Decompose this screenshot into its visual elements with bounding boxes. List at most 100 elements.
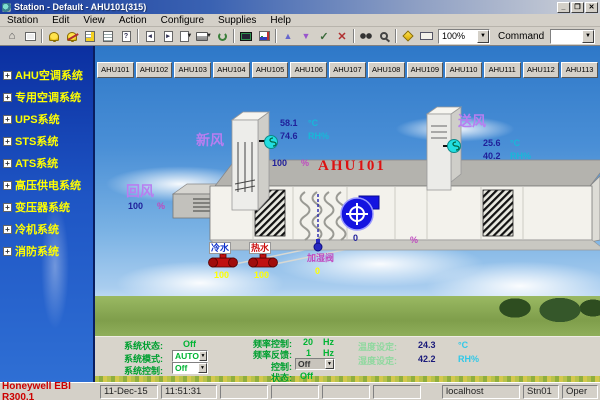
expand-icon[interactable]: + (3, 203, 12, 212)
menu-action[interactable]: Action (112, 15, 154, 26)
sidebar-item-label: 冷机系统 (15, 221, 59, 237)
event-list-button[interactable] (99, 28, 117, 44)
menu-view[interactable]: View (76, 15, 112, 26)
sidebar-item-ats[interactable]: +ATS系统 (0, 152, 93, 174)
sidebar-item-sts[interactable]: +STS系统 (0, 130, 93, 152)
system-mode-select[interactable]: AUTO ▼ (172, 350, 208, 362)
alarm-bell-icon (49, 32, 59, 41)
humidity-setpoint-value[interactable]: 42.2 (418, 354, 436, 364)
system-mode-value: AUTO (175, 351, 199, 361)
zoom-button[interactable] (375, 28, 393, 44)
menu-supplies[interactable]: Supplies (211, 15, 263, 26)
expand-icon[interactable]: + (3, 71, 12, 80)
system-status-label: 系统状态: (124, 339, 163, 352)
close-button[interactable]: ✕ (585, 2, 598, 13)
sidebar-item-chiller[interactable]: +冷机系统 (0, 218, 93, 240)
find-button[interactable] (357, 28, 375, 44)
expand-icon[interactable]: + (3, 159, 12, 168)
alarm-button[interactable] (45, 28, 63, 44)
page-forward-button[interactable]: ▸ (159, 28, 177, 44)
fresh-air-temp-unit: °C (308, 118, 318, 128)
main-area: +AHU空调系统 +专用空调系统 +UPS系统 +STS系统 +ATS系统 +高… (0, 46, 600, 382)
raise-button[interactable]: ▲ (279, 28, 297, 44)
sidebar-item-ups[interactable]: +UPS系统 (0, 108, 93, 130)
menu-configure[interactable]: Configure (154, 15, 211, 26)
chevron-down-icon[interactable]: ▼ (477, 30, 489, 43)
message-button[interactable]: ? (117, 28, 135, 44)
refresh-button[interactable] (213, 28, 231, 44)
expand-icon[interactable]: + (3, 115, 12, 124)
expand-icon[interactable]: + (3, 181, 12, 190)
toolbar-separator (353, 29, 355, 43)
display-button[interactable] (21, 28, 39, 44)
restore-button[interactable]: ❐ (571, 2, 584, 13)
fan-unit: % (410, 235, 418, 245)
cancel-icon: ✕ (337, 30, 346, 43)
hot-water-label: 热水 (249, 242, 271, 254)
pan-button[interactable] (399, 28, 417, 44)
sidebar-item-fire[interactable]: +消防系统 (0, 240, 93, 262)
expand-icon[interactable]: + (3, 137, 12, 146)
chevron-down-icon[interactable]: ▼ (582, 30, 594, 43)
sidebar-item-label: 消防系统 (15, 243, 59, 259)
toolbar-separator (41, 29, 43, 43)
hot-water-value: 100 (254, 270, 269, 280)
station-app-icon (2, 3, 11, 12)
status-cell (220, 385, 268, 399)
station-button[interactable]: ⌂ (3, 28, 21, 44)
select-area-button[interactable] (417, 28, 435, 44)
expand-icon[interactable]: + (3, 247, 12, 256)
accept-button[interactable]: ✓ (315, 28, 333, 44)
system-tree-sidebar: +AHU空调系统 +专用空调系统 +UPS系统 +STS系统 +ATS系统 +高… (0, 46, 95, 382)
cancel-button[interactable]: ✕ (333, 28, 351, 44)
control-select[interactable]: Off ▼ (295, 358, 335, 370)
select-area-icon (420, 32, 433, 40)
alarm-list-button[interactable] (81, 28, 99, 44)
station-icon: ⌂ (9, 31, 16, 42)
title-bar: Station - Default - AHU101(315) _ ❐ ✕ (0, 0, 600, 14)
freq-feedback-unit: Hz (323, 348, 334, 358)
supply-air-rh: 40.2 (483, 151, 501, 161)
expand-icon[interactable]: + (3, 93, 12, 102)
associated-page-button[interactable]: ▼ (177, 28, 195, 44)
sidebar-item-hv-power[interactable]: +高压供电系统 (0, 174, 93, 196)
minimize-button[interactable]: _ (557, 2, 570, 13)
sidebar-item-label: ATS系统 (15, 155, 58, 171)
print-button[interactable]: ▼ (195, 28, 213, 44)
fresh-air-temp: 58.1 (280, 118, 298, 128)
chevron-down-icon[interactable]: ▼ (325, 359, 334, 369)
temp-setpoint-value[interactable]: 24.3 (418, 340, 436, 350)
lower-button[interactable]: ▼ (297, 28, 315, 44)
sidebar-item-ahu-system[interactable]: +AHU空调系统 (0, 64, 93, 86)
freq-feedback-value: 1 (306, 348, 311, 358)
toolbar-separator (395, 29, 397, 43)
command-input[interactable]: ▼ (550, 29, 595, 44)
sidebar-item-precision-ac[interactable]: +专用空调系统 (0, 86, 93, 108)
accept-icon: ✓ (319, 30, 328, 43)
alarm-list-icon (85, 31, 95, 42)
alarm-ack-button[interactable] (63, 28, 81, 44)
chevron-down-icon[interactable]: ▼ (198, 363, 207, 373)
menu-help[interactable]: Help (263, 15, 298, 26)
user-field: Oper (562, 385, 598, 399)
system-control-select[interactable]: Off ▼ (172, 362, 208, 374)
expand-icon[interactable]: + (3, 225, 12, 234)
zoom-value: 100% (442, 31, 465, 41)
system-status-value[interactable]: Off (183, 339, 196, 349)
page-back-button[interactable]: ◂ (141, 28, 159, 44)
window-title: Station - Default - AHU101(315) (14, 2, 556, 12)
host-field: localhost (442, 385, 520, 399)
menu-bar: Station Edit View Action Configure Suppl… (0, 14, 600, 27)
toolbar-separator (137, 29, 139, 43)
toolbar: ⌂ ? ◂ ▸ ▼ ▼ ▲ ▼ ✓ ✕ 100% ▼ Command ▼ (0, 27, 600, 46)
chilled-water-value: 100 (214, 270, 229, 280)
sidebar-item-transformer[interactable]: +变压器系统 (0, 196, 93, 218)
command-label: Command (498, 31, 544, 42)
menu-edit[interactable]: Edit (45, 15, 76, 26)
trend-button[interactable] (255, 28, 273, 44)
chevron-down-icon[interactable]: ▼ (199, 351, 207, 361)
dropdown-arrow-icon: ▼ (206, 33, 212, 39)
station-display-button[interactable] (237, 28, 255, 44)
zoom-select[interactable]: 100% ▼ (438, 29, 490, 44)
menu-station[interactable]: Station (0, 15, 45, 26)
